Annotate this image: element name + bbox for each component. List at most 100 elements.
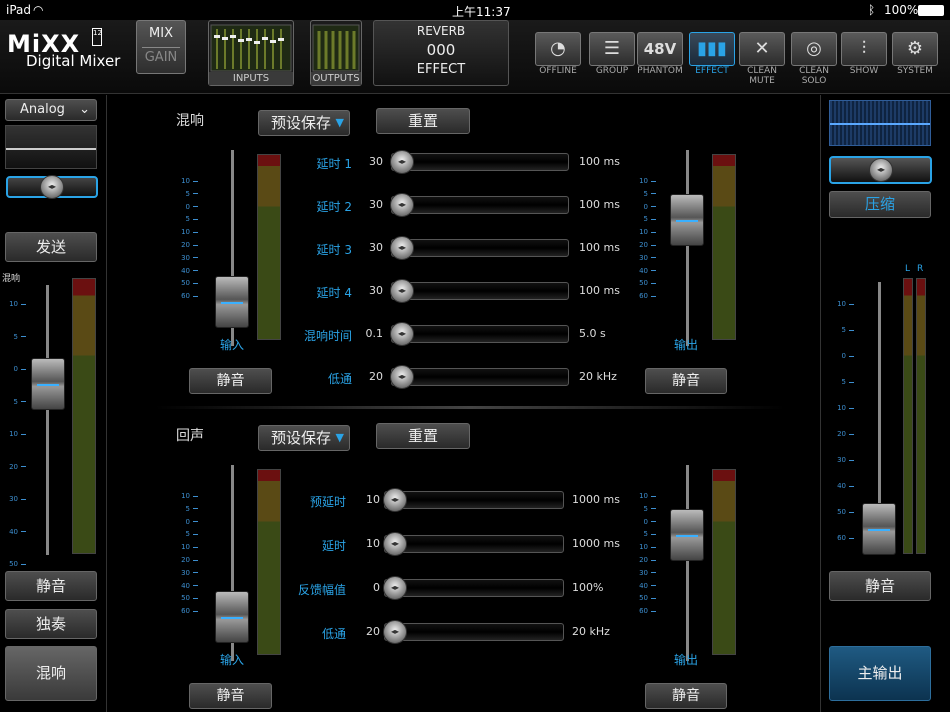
nav-phantom-button[interactable]: 48V	[637, 32, 683, 66]
source-select[interactable]: Analog ⌄	[5, 99, 97, 121]
reverb-param-value: 20	[369, 370, 383, 383]
send-button[interactable]: 发送	[5, 232, 97, 262]
nav-show-button[interactable]: ⫶	[841, 32, 887, 66]
scale-tick-label: 10	[181, 177, 190, 185]
mute-speaker-icon: ✕	[754, 38, 770, 59]
master-mute-button[interactable]: 静音	[829, 571, 931, 601]
nav-clean-mute-button[interactable]: ✕	[739, 32, 785, 66]
status-bar: iPad ◠ 上午11:37 ᛒ 100%	[0, 0, 950, 20]
scale-tick: 50	[630, 279, 656, 287]
reverb-input-mute-button[interactable]: 静音	[189, 368, 272, 394]
scale-tick: 40	[630, 267, 656, 275]
echo-param-slider[interactable]: ◂▸	[383, 488, 564, 512]
mix-gain-toggle[interactable]: MIX GAIN	[136, 20, 186, 74]
reverb-param-slider[interactable]: ◂▸	[390, 150, 569, 174]
reverb-input-fader-handle[interactable]	[215, 276, 249, 328]
reverb-output-meter	[712, 154, 736, 340]
scale-tick: 10	[630, 228, 656, 236]
scale-tick-label: 5	[185, 530, 190, 539]
echo-reset-button[interactable]: 重置	[376, 423, 470, 449]
scale-tick: 60	[172, 607, 198, 615]
reverb-send-button[interactable]: 混响	[5, 646, 97, 701]
scale-tick-label: 30	[639, 568, 648, 577]
scale-tick-label: 30	[9, 495, 18, 503]
scale-tick-label: 60	[181, 607, 190, 616]
echo-input-fader-handle[interactable]	[215, 591, 249, 643]
echo-param-slider[interactable]: ◂▸	[383, 532, 564, 556]
scale-tick: 5	[828, 326, 854, 334]
scale-tick: 10	[630, 177, 656, 185]
scale-tick: 10	[172, 492, 198, 500]
slider-knob[interactable]: ◂▸	[390, 236, 414, 260]
scale-tick: 50	[172, 594, 198, 602]
output-pan-knob[interactable]: ◂▸	[869, 158, 893, 182]
slider-knob[interactable]: ◂▸	[383, 532, 407, 556]
reverb-preset-save-dropdown[interactable]: 预设保存 ▼	[258, 110, 350, 136]
slider-knob[interactable]: ◂▸	[390, 193, 414, 217]
gear-icon: ⚙	[906, 38, 924, 59]
effect-type: REVERB	[416, 24, 466, 38]
pan-slider[interactable]: ◂▸	[6, 175, 98, 199]
reverb-param-value: 30	[369, 284, 383, 297]
inputs-thumbnail[interactable]: INPUTS	[208, 20, 294, 86]
scale-tick-label: 40	[181, 581, 190, 590]
nav-clean-solo-button[interactable]: ◎	[791, 32, 837, 66]
output-pan-slider[interactable]: ◂▸	[829, 156, 932, 184]
echo-preset-save-dropdown[interactable]: 预设保存 ▼	[258, 425, 350, 451]
echo-output-fader-handle[interactable]	[670, 509, 704, 561]
scale-tick: 5	[172, 215, 198, 223]
reverb-param-slider[interactable]: ◂▸	[390, 236, 569, 260]
slider-knob[interactable]: ◂▸	[390, 279, 414, 303]
left-fader-handle[interactable]	[31, 358, 65, 410]
scale-tick: 5	[630, 505, 656, 513]
echo-param-slider[interactable]: ◂▸	[383, 576, 564, 600]
reverb-output-fader-handle[interactable]	[670, 194, 704, 246]
nav-effect-button[interactable]: ▮▮▮	[689, 32, 735, 66]
scale-tick: 5	[630, 530, 656, 538]
slider-knob[interactable]: ◂▸	[390, 365, 414, 389]
slider-knob[interactable]: ◂▸	[383, 620, 407, 644]
scale-tick-label: 20	[181, 556, 190, 564]
reverb-param-slider[interactable]: ◂▸	[390, 365, 569, 389]
effect-bars-icon: ▮▮▮	[697, 38, 727, 59]
nav-offline-button[interactable]: ◔	[535, 32, 581, 66]
slider-knob[interactable]: ◂▸	[390, 322, 414, 346]
reverb-param-value: 30	[369, 241, 383, 254]
scale-tick-label: 10	[9, 430, 18, 438]
reverb-param-value: 30	[369, 155, 383, 168]
reverb-reset-button[interactable]: 重置	[376, 108, 470, 134]
slider-knob[interactable]: ◂▸	[383, 576, 407, 600]
effect-label: EFFECT	[416, 62, 466, 77]
nav-group-button[interactable]: ☰	[589, 32, 635, 66]
outputs-thumbnail[interactable]: OUTPUTS	[310, 20, 362, 86]
reverb-param-slider[interactable]: ◂▸	[390, 193, 569, 217]
slider-knob[interactable]: ◂▸	[383, 488, 407, 512]
reverb-param-slider[interactable]: ◂▸	[390, 279, 569, 303]
compressor-graph[interactable]	[829, 100, 931, 146]
scale-tick-label: 50	[181, 279, 190, 288]
reverb-param-slider[interactable]: ◂▸	[390, 322, 569, 346]
nav-system-button[interactable]: ⚙	[892, 32, 938, 66]
solo-button[interactable]: 独奏	[5, 609, 97, 639]
master-fader-handle[interactable]	[862, 503, 896, 555]
scale-tick-label: 50	[639, 279, 648, 288]
echo-output-mute-button[interactable]: 静音	[645, 683, 727, 709]
reverb-output-label: 输出	[674, 338, 699, 352]
main-output-button[interactable]: 主输出	[829, 646, 931, 701]
reverb-input-label: 输入	[220, 338, 245, 352]
scale-tick: 0	[0, 365, 26, 373]
left-mute-button[interactable]: 静音	[5, 571, 97, 601]
compress-button[interactable]: 压缩	[829, 191, 931, 218]
echo-param-value: 10	[366, 493, 380, 506]
echo-input-mute-button[interactable]: 静音	[189, 683, 272, 709]
effect-display[interactable]: REVERB 000 EFFECT	[373, 20, 509, 86]
echo-param-slider[interactable]: ◂▸	[383, 620, 564, 644]
device-name: iPad	[6, 3, 32, 17]
echo-param-value: 10	[366, 537, 380, 550]
sliders-icon: ⫶	[861, 38, 867, 59]
reverb-output-mute-button[interactable]: 静音	[645, 368, 727, 394]
slider-knob[interactable]: ◂▸	[390, 150, 414, 174]
pan-knob[interactable]: ◂▸	[40, 175, 64, 199]
eq-preview[interactable]	[5, 125, 97, 169]
scale-tick: 10	[828, 404, 854, 412]
